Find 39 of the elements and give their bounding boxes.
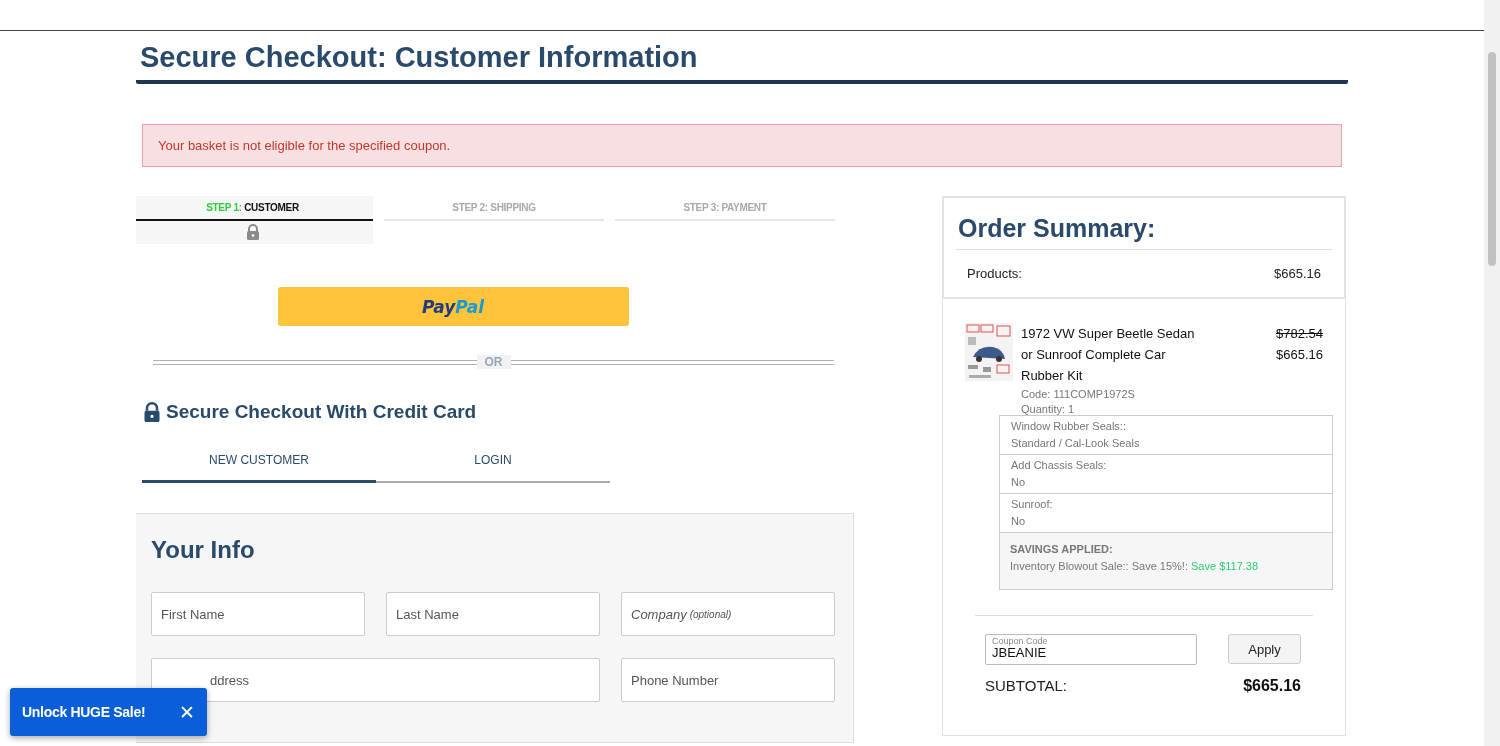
products-label: Products:: [967, 266, 1022, 281]
alert-message: Your basket is not eligible for the specified coupon.: [142, 124, 1342, 167]
option-value: No: [1011, 475, 1027, 490]
input-field[interactable]: Phone Number: [621, 658, 835, 702]
promo-text: Unlock HUGE Sale!: [22, 704, 146, 720]
savings-title: SAVINGS APPLIED:: [1010, 542, 1114, 557]
sale-price: $665.16: [1276, 346, 1323, 364]
input-field[interactable]: Company (optional): [621, 592, 835, 636]
input-field[interactable]: First Name: [151, 592, 365, 636]
products-total: $665.16: [1274, 266, 1321, 281]
promo-banner[interactable]: Unlock HUGE Sale! ✕: [10, 688, 207, 736]
page-title: Secure Checkout: Customer Information: [140, 41, 699, 74]
apply-button[interactable]: Apply: [1228, 634, 1301, 664]
option-value: No: [1011, 514, 1027, 529]
tab[interactable]: NEW CUSTOMER: [142, 453, 376, 483]
product-name[interactable]: 1972 VW Super Beetle Sedan or Sunroof Complete Car Rubber Kit: [1021, 323, 1196, 386]
section-heading: Secure Checkout With Credit Card: [166, 401, 477, 423]
option-label: Sunroof:: [1011, 497, 1054, 512]
input-field[interactable]: ddress: [151, 658, 600, 702]
product-code: Code: 111COMP1972S: [1021, 388, 1136, 400]
panel-title: Your Info: [151, 536, 256, 564]
coupon-field[interactable]: Coupon Code JBEANIE: [985, 634, 1197, 665]
input-field[interactable]: Last Name: [386, 592, 600, 636]
lock-icon: [143, 402, 161, 422]
savings-amount: Save $117.38: [1191, 560, 1259, 572]
subtotal-value: $665.16: [1243, 677, 1301, 695]
divider-label: OR: [476, 355, 511, 369]
paypal-button[interactable]: PayPal: [277, 287, 629, 326]
close-button[interactable]: ✕: [179, 701, 195, 723]
option-label: Add Chassis Seals:: [1011, 458, 1108, 473]
option-value: Standard / Cal-Look Seals: [1011, 436, 1141, 451]
scrollbar-thumb[interactable]: [1488, 52, 1496, 266]
savings-text: Inventory Blowout Sale:: Save 15%!:: [1010, 560, 1188, 572]
product-quantity: Quantity: 1: [1021, 403, 1076, 415]
tab[interactable]: LOGIN: [376, 453, 610, 483]
option-label: Window Rubber Seals::: [1011, 419, 1127, 434]
subtotal-label: SUBTOTAL:: [985, 677, 1067, 695]
original-price: $782.54: [1276, 325, 1323, 343]
summary-title: Order Summary:: [956, 214, 1332, 250]
